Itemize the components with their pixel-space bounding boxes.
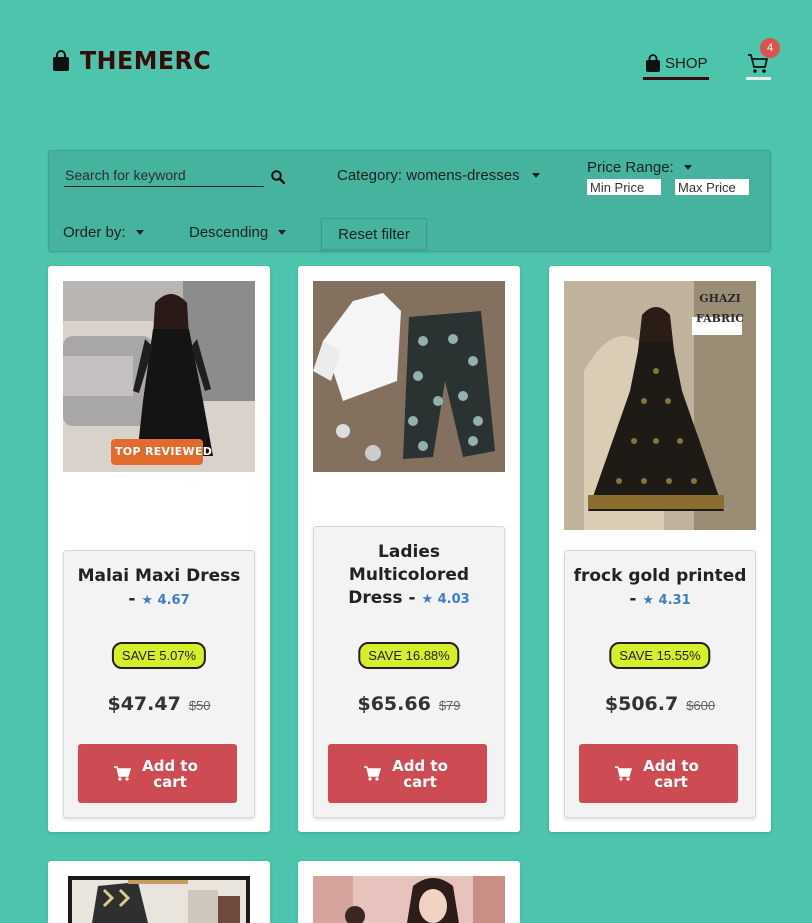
nav-shop-label: SHOP (665, 55, 708, 72)
category-select[interactable]: Category: womens-dresses (337, 167, 540, 184)
cart-icon (615, 766, 632, 781)
product-image[interactable] (68, 876, 250, 923)
chevron-down-icon (135, 230, 144, 235)
current-price: $65.66 (357, 693, 431, 715)
product-name: Malai Maxi Dress (77, 566, 241, 586)
price-row: $65.66 $79 (314, 693, 504, 715)
chevron-down-icon (683, 165, 692, 170)
product-rating: ★ 4.67 (141, 593, 190, 608)
discount-badge: SAVE 16.88% (358, 642, 460, 669)
reset-filter-button[interactable]: Reset filter (321, 218, 427, 250)
product-title[interactable]: frock gold printed - ★ 4.31 (565, 565, 755, 612)
add-to-cart-label: Add to cart (392, 756, 448, 791)
nav-cart-link[interactable]: 4 (746, 38, 780, 80)
shopping-bag-icon (53, 49, 69, 71)
chevron-down-icon (531, 173, 540, 178)
current-price: $47.47 (107, 693, 181, 715)
min-price-input[interactable] (587, 179, 661, 195)
current-price: $506.7 (604, 693, 679, 715)
product-rating: ★ 4.03 (421, 592, 470, 607)
product-title[interactable]: Ladies Multicolored Dress - ★ 4.03 (314, 541, 504, 611)
order-by-select[interactable]: Order by: (63, 224, 144, 241)
chevron-down-icon (278, 230, 287, 235)
order-by-label: Order by: (63, 224, 126, 241)
cart-icon (364, 766, 381, 781)
original-price: $600 (686, 698, 716, 713)
search-field (64, 167, 264, 187)
product-name: frock gold printed (573, 566, 747, 586)
product-title[interactable]: Malai Maxi Dress - ★ 4.67 (64, 565, 254, 612)
search-input[interactable] (64, 167, 264, 183)
sort-direction-select[interactable]: Descending (189, 224, 287, 241)
product-info: Malai Maxi Dress - ★ 4.67 SAVE 5.07% $47… (63, 550, 255, 818)
brand-logo[interactable]: THEMERC (52, 46, 218, 75)
product-info: Ladies Multicolored Dress - ★ 4.03 SAVE … (313, 526, 505, 818)
price-row: $47.47 $50 (64, 693, 254, 715)
product-info: frock gold printed - ★ 4.31 SAVE 15.55% … (564, 550, 756, 818)
add-to-cart-button[interactable]: Add to cart (579, 744, 738, 803)
category-select-label: Category: womens-dresses (337, 167, 520, 184)
shopping-bag-icon (646, 54, 660, 72)
price-range-select[interactable]: Price Range: (587, 159, 692, 176)
product-image[interactable]: TOP REVIEWED (63, 281, 255, 472)
search-icon[interactable] (271, 170, 285, 184)
price-range-label: Price Range: (587, 159, 674, 176)
add-to-cart-label: Add to cart (643, 756, 699, 791)
product-rating: ★ 4.31 (642, 593, 691, 608)
nav-shop-link[interactable]: SHOP (643, 50, 709, 80)
add-to-cart-label: Add to cart (142, 756, 198, 791)
sort-direction-label: Descending (189, 224, 269, 241)
product-card (48, 861, 270, 923)
product-card: GHAZI FABRIC frock gold printed - ★ 4.31… (549, 266, 771, 832)
product-image[interactable]: GHAZI FABRIC (564, 281, 756, 530)
product-image[interactable] (313, 281, 505, 472)
original-price: $79 (438, 698, 461, 713)
cart-icon (114, 766, 131, 781)
price-row: $506.7 $600 (565, 693, 755, 715)
product-card: Ladies Multicolored Dress - ★ 4.03 SAVE … (298, 266, 520, 832)
add-to-cart-button[interactable]: Add to cart (328, 744, 487, 803)
max-price-input[interactable] (675, 179, 749, 195)
cart-count-badge: 4 (760, 38, 780, 58)
original-price: $50 (188, 698, 211, 713)
image-badge: TOP REVIEWED (115, 445, 213, 458)
filter-panel: Category: womens-dresses Price Range: Or… (48, 150, 771, 252)
discount-badge: SAVE 15.55% (609, 642, 711, 669)
product-card (298, 861, 520, 923)
image-badge: GHAZI FABRIC (695, 292, 745, 325)
add-to-cart-button[interactable]: Add to cart (78, 744, 237, 803)
product-card: TOP REVIEWED Malai Maxi Dress - ★ 4.67 S… (48, 266, 270, 832)
product-image[interactable] (313, 876, 505, 923)
brand-name: THEMERC (80, 46, 212, 75)
discount-badge: SAVE 5.07% (111, 642, 207, 669)
